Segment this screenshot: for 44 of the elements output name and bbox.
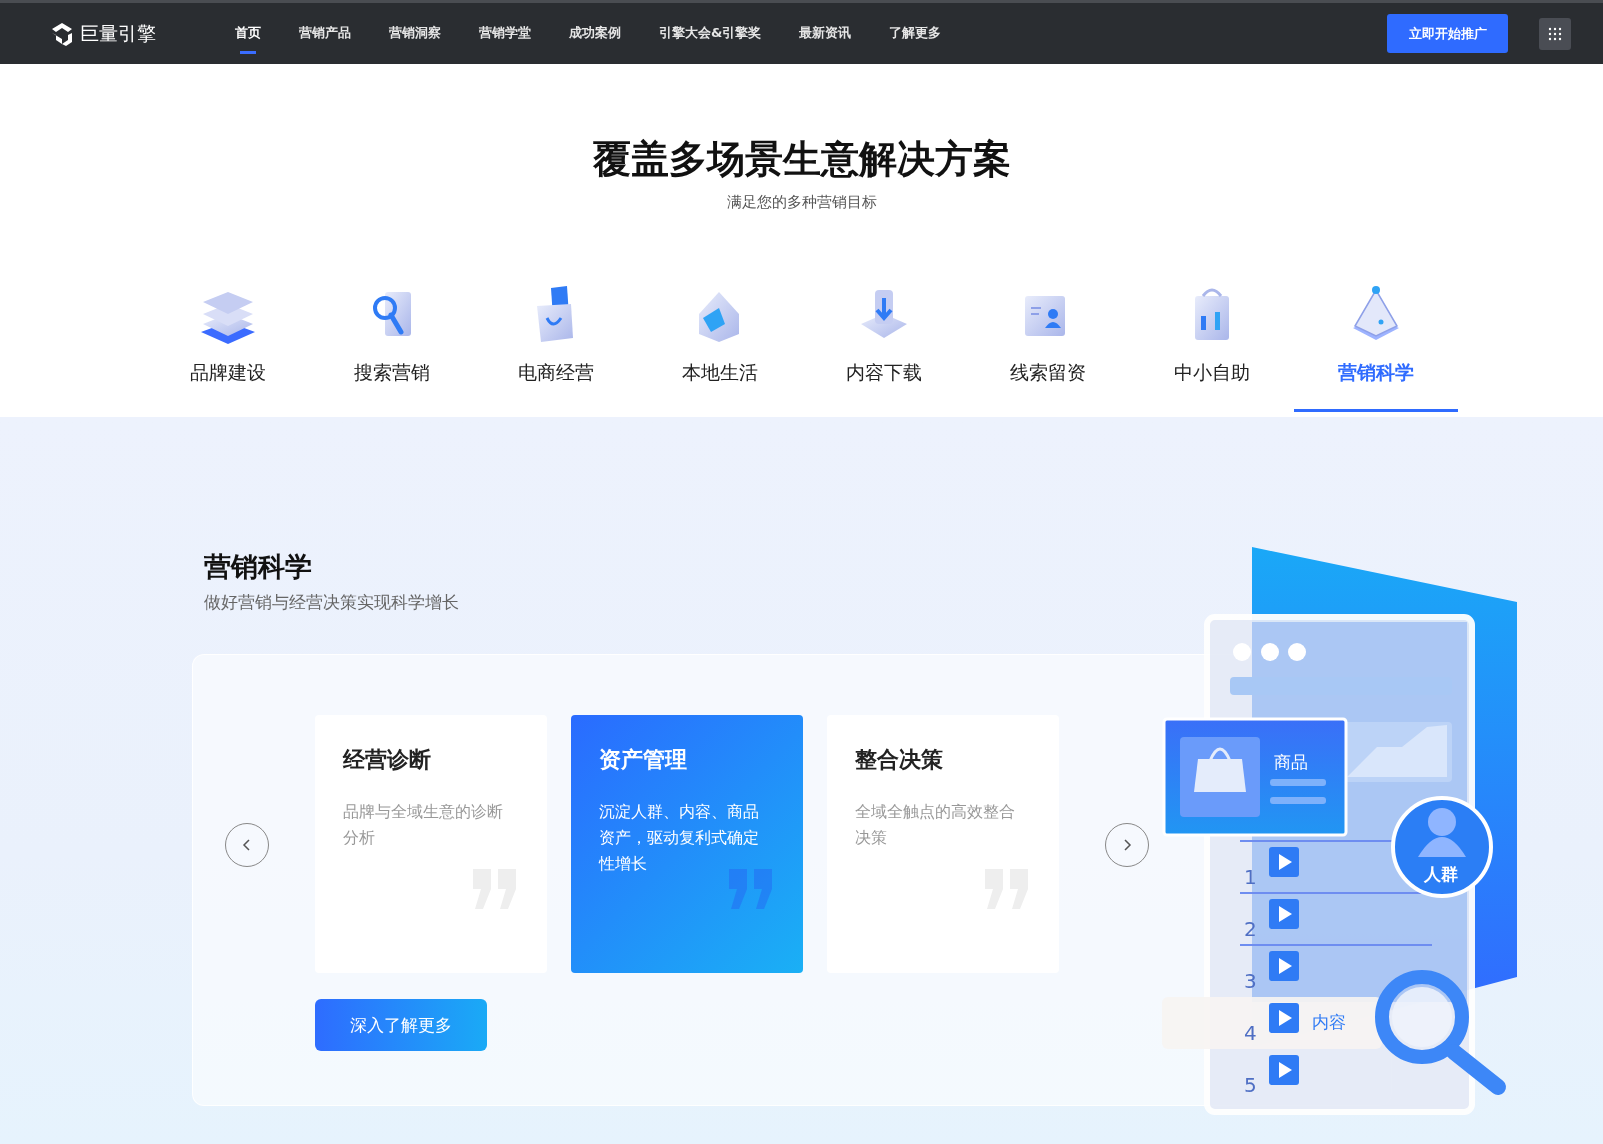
nav-link[interactable]: 营销洞察 [389,13,441,54]
card-text: 沉淀人群、内容、商品资产，驱动复利式确定性增长 [599,801,760,875]
section-title: 覆盖多场景生意解决方案 [592,136,1011,183]
row-number: 3 [1244,969,1257,993]
solution-tab[interactable]: 营销科学 [1293,276,1458,412]
row-number: 4 [1244,1021,1257,1045]
nav-link[interactable]: 最新资讯 [799,13,852,54]
card-title: 整合决策 [855,746,944,774]
grid-icon [1547,25,1563,42]
solution-tab[interactable]: 内容下载 [801,276,966,412]
row-number: 1 [1244,865,1257,889]
solution-tab[interactable]: 线索留资 [965,276,1130,412]
solution-tab[interactable]: 品牌建设 [145,276,310,412]
row-number: 2 [1244,917,1257,941]
nav-link[interactable]: 营销学堂 [479,13,531,54]
solution-tab[interactable]: 本地生活 [637,276,802,412]
logo-text[interactable]: 巨量引擎 [80,20,156,47]
start-promotion-button[interactable]: 立即开始推广 [1387,14,1508,53]
card-text: 品牌与全域生意的诊断分析 [343,801,504,849]
section-heading: 营销科学 [204,550,313,584]
audience-label: 人群 [1424,863,1458,886]
card-title: 经营诊断 [343,746,432,774]
nav-link[interactable]: 了解更多 [889,13,942,54]
feature-card[interactable]: 经营诊断 品牌与全域生意的诊断分析 [315,715,547,973]
apps-grid-button[interactable] [1539,17,1571,50]
nav-link[interactable]: 营销产品 [299,13,351,54]
section-description: 做好营销与经营决策实现科学增长 [204,591,460,614]
nav-link[interactable]: 引擎大会&引擎奖 [659,13,762,54]
content-label: 内容 [1312,1011,1346,1034]
solution-tab[interactable]: 电商经营 [473,276,638,412]
card-text: 全域全触点的高效整合决策 [855,801,1016,849]
solution-tab[interactable]: 搜索营销 [309,276,474,412]
chevron-left-icon [241,839,253,851]
nav-link[interactable]: 成功案例 [569,13,621,54]
chevron-right-icon [1121,839,1133,851]
learn-more-button[interactable]: 深入了解更多 [315,999,487,1051]
solution-tab[interactable]: 中小自助 [1129,276,1294,412]
product-label: 商品 [1274,751,1308,774]
row-number: 5 [1244,1073,1257,1097]
feature-card[interactable]: 整合决策 全域全触点的高效整合决策 [827,715,1059,973]
section-subtitle: 满足您的多种营销目标 [726,193,877,212]
quote-icon [727,869,775,909]
feature-card[interactable]: 资产管理 沉淀人群、内容、商品资产，驱动复利式确定性增长 [571,715,803,973]
card-title: 资产管理 [599,746,688,774]
